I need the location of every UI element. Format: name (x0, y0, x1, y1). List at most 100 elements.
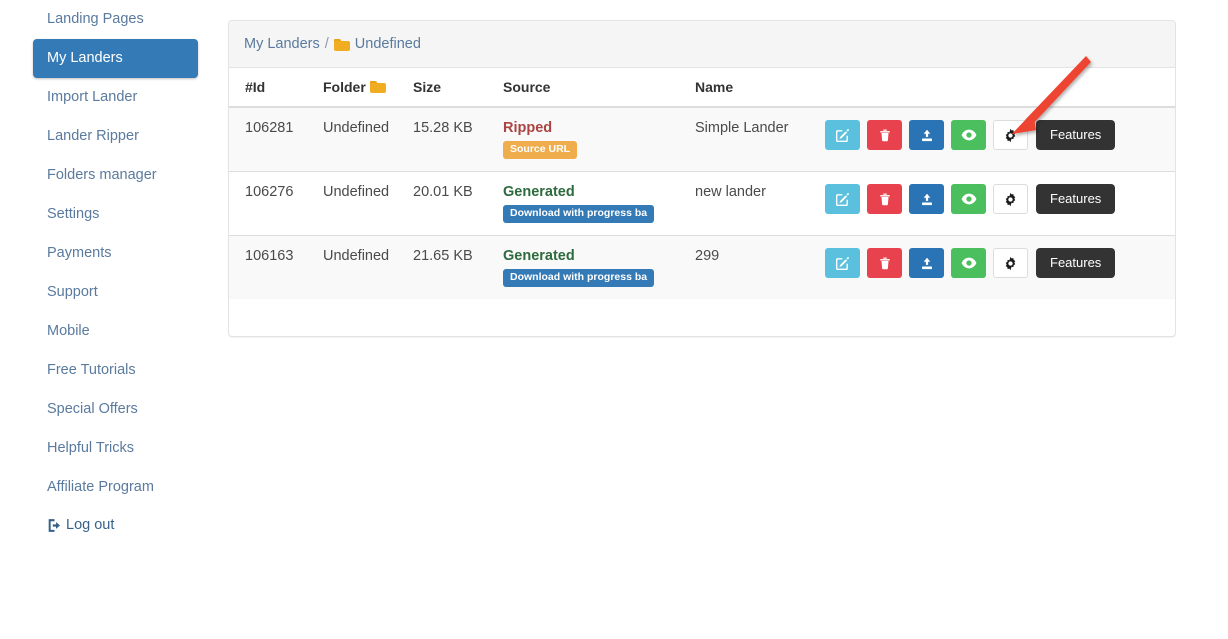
sidebar-item-label: Folders manager (47, 167, 157, 183)
sidebar-item-label: Affiliate Program (47, 479, 154, 495)
row-spacer-left (229, 172, 245, 236)
sidebar-item-lander-ripper[interactable]: Lander Ripper (33, 117, 198, 156)
column-header-size[interactable]: Size (413, 68, 503, 107)
sidebar-item-label: Special Offers (47, 401, 138, 417)
features-gear-button[interactable] (993, 184, 1028, 214)
row-spacer-left (229, 107, 245, 172)
panel-footer-space (229, 299, 1175, 336)
delete-button[interactable] (867, 184, 902, 214)
sidebar-item-support[interactable]: Support (33, 273, 198, 312)
features-gear-button[interactable] (993, 248, 1028, 278)
table-header: #Id Folder Size Source Name (229, 68, 1175, 107)
cell-folder: Undefined (323, 236, 413, 300)
table-row[interactable]: 106276 Undefined 20.01 KB Generated Down… (229, 172, 1175, 236)
table-row[interactable]: 106163 Undefined 21.65 KB Generated Down… (229, 236, 1175, 300)
cell-source: Ripped Source URL (503, 107, 695, 172)
column-header-id[interactable]: #Id (245, 68, 323, 107)
sidebar-item-affiliate-program[interactable]: Affiliate Program (33, 468, 198, 507)
landers-panel: My Landers / Undefined #Id Folder (228, 20, 1176, 337)
breadcrumb-my-landers[interactable]: My Landers (244, 35, 320, 54)
sidebar-item-label: Lander Ripper (47, 128, 139, 144)
download-button[interactable] (909, 184, 944, 214)
sidebar-item-folders-manager[interactable]: Folders manager (33, 156, 198, 195)
sidebar-item-label: Payments (47, 245, 111, 261)
row-spacer-right (1159, 236, 1175, 300)
row-action-buttons: Features (825, 120, 1151, 150)
cell-size: 20.01 KB (413, 172, 503, 236)
cell-source: Generated Download with progress ba (503, 236, 695, 300)
folder-icon (370, 80, 386, 93)
features-tooltip: Features (1036, 184, 1115, 214)
source-badge: Download with progress ba (503, 269, 654, 287)
edit-button[interactable] (825, 184, 860, 214)
sidebar-item-label: Settings (47, 206, 99, 222)
row-spacer-left (229, 236, 245, 300)
breadcrumb-separator: / (325, 35, 329, 54)
sidebar-item-label: Free Tutorials (47, 362, 136, 378)
source-badge: Download with progress ba (503, 205, 654, 223)
header-spacer-left (229, 68, 245, 107)
preview-button[interactable] (951, 184, 986, 214)
landers-table: #Id Folder Size Source Name (229, 68, 1175, 299)
sidebar-item-settings[interactable]: Settings (33, 195, 198, 234)
edit-button[interactable] (825, 248, 860, 278)
sidebar-navigation: Landing Pages My Landers Import Lander L… (0, 0, 225, 639)
features-tooltip: Features (1036, 248, 1115, 278)
column-header-name[interactable]: Name (695, 68, 825, 107)
column-header-folder-label: Folder (323, 79, 366, 95)
cell-name: Simple Lander (695, 107, 825, 172)
sidebar-item-label: Support (47, 284, 98, 300)
delete-button[interactable] (867, 120, 902, 150)
sidebar-item-free-tutorials[interactable]: Free Tutorials (33, 351, 198, 390)
cell-folder: Undefined (323, 172, 413, 236)
breadcrumb-current-folder[interactable]: Undefined (355, 35, 421, 54)
header-spacer-right (1159, 68, 1175, 107)
table-header-row: #Id Folder Size Source Name (229, 68, 1175, 107)
sidebar-item-mobile[interactable]: Mobile (33, 312, 198, 351)
cell-actions: Features (825, 172, 1159, 236)
cell-name: 299 (695, 236, 825, 300)
sidebar-item-label: Landing Pages (47, 11, 144, 27)
cell-actions: Features (825, 107, 1159, 172)
features-gear-button[interactable] (993, 120, 1028, 150)
sidebar-item-import-lander[interactable]: Import Lander (33, 78, 198, 117)
sidebar-item-payments[interactable]: Payments (33, 234, 198, 273)
column-header-source[interactable]: Source (503, 68, 695, 107)
logout-button[interactable]: Log out (33, 507, 198, 543)
sidebar-item-label: My Landers (47, 50, 123, 66)
delete-button[interactable] (867, 248, 902, 278)
sidebar-item-landing-pages[interactable]: Landing Pages (33, 0, 198, 39)
cell-source: Generated Download with progress ba (503, 172, 695, 236)
app-root: Landing Pages My Landers Import Lander L… (0, 0, 1228, 639)
column-header-folder[interactable]: Folder (323, 68, 413, 107)
panel-body: #Id Folder Size Source Name (229, 68, 1175, 336)
panel-heading: My Landers / Undefined (229, 21, 1175, 68)
logout-label: Log out (66, 517, 114, 533)
cell-id: 106276 (245, 172, 323, 236)
source-type-label: Generated (503, 248, 687, 264)
cell-size: 15.28 KB (413, 107, 503, 172)
preview-button[interactable] (951, 120, 986, 150)
cell-id: 106281 (245, 107, 323, 172)
sidebar-item-special-offers[interactable]: Special Offers (33, 390, 198, 429)
row-spacer-right (1159, 172, 1175, 236)
edit-button[interactable] (825, 120, 860, 150)
column-header-actions (825, 68, 1159, 107)
download-button[interactable] (909, 120, 944, 150)
source-badge: Source URL (503, 141, 577, 159)
sidebar-item-my-landers[interactable]: My Landers (33, 39, 198, 78)
sidebar-item-helpful-tricks[interactable]: Helpful Tricks (33, 429, 198, 468)
row-spacer-right (1159, 107, 1175, 172)
source-type-label: Ripped (503, 120, 687, 136)
cell-name: new lander (695, 172, 825, 236)
sign-out-icon (47, 518, 62, 533)
sidebar-item-label: Helpful Tricks (47, 440, 134, 456)
row-action-buttons: Features (825, 184, 1151, 214)
preview-button[interactable] (951, 248, 986, 278)
features-tooltip: Features (1036, 120, 1115, 150)
table-row[interactable]: 106281 Undefined 15.28 KB Ripped Source … (229, 107, 1175, 172)
source-type-label: Generated (503, 184, 687, 200)
cell-folder: Undefined (323, 107, 413, 172)
download-button[interactable] (909, 248, 944, 278)
cell-size: 21.65 KB (413, 236, 503, 300)
